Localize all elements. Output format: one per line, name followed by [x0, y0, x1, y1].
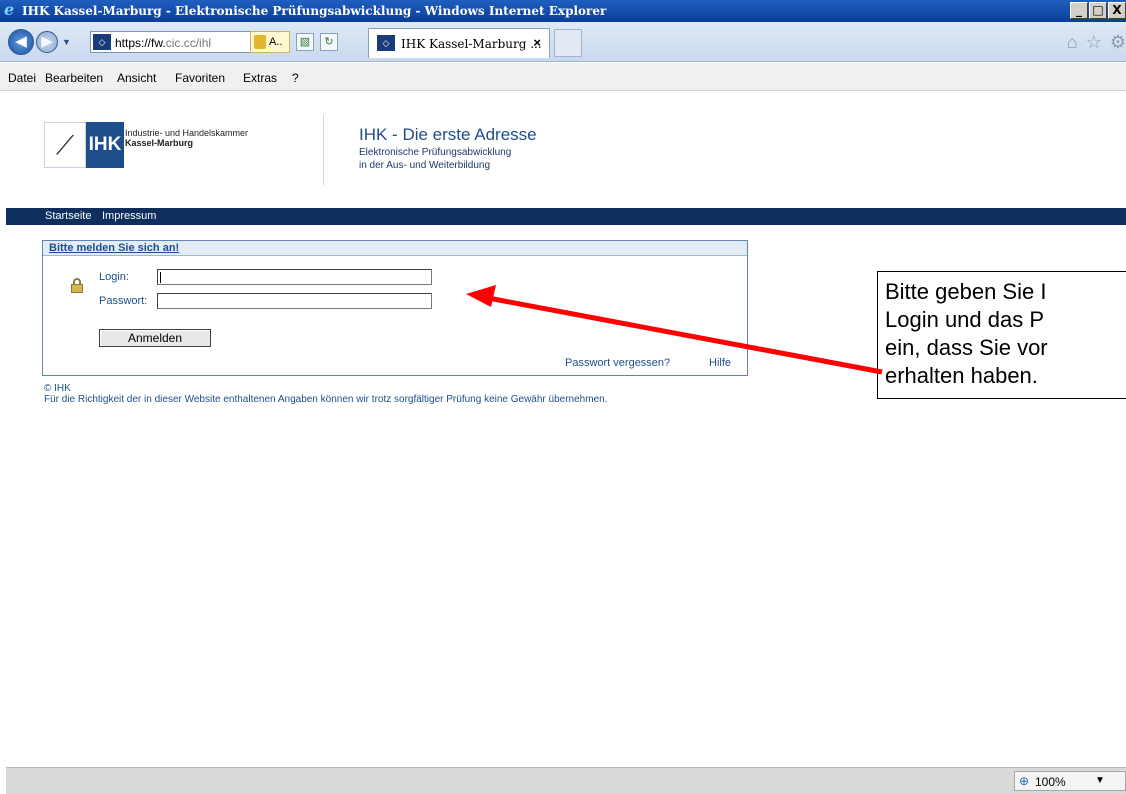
browser-right-icons: ⌂ ☆ ⚙ — [1067, 32, 1126, 53]
new-tab-button[interactable] — [554, 29, 582, 57]
lock-icon — [254, 35, 266, 49]
status-bar: ⊕ 100% ▼ — [6, 767, 1126, 794]
site-favicon: ◇ — [93, 34, 111, 50]
maximize-button[interactable]: □ — [1089, 2, 1107, 19]
page-content: ⟋ IHK Industrie- und Handelskammer Kasse… — [0, 91, 1126, 767]
tab-favicon: ◇ — [377, 35, 395, 51]
window-title-bar[interactable]: e IHK Kassel-Marburg - Elektronische Prü… — [0, 0, 1126, 22]
favorites-star-icon[interactable]: ☆ — [1086, 32, 1102, 53]
menu-datei[interactable]: Datei — [8, 71, 36, 85]
minimize-button[interactable]: _ — [1070, 2, 1088, 19]
refresh-icon[interactable]: ↻ — [320, 33, 338, 51]
home-icon[interactable]: ⌂ — [1067, 32, 1078, 53]
browser-toolbar: ◀ ▶ ▼ ◇ https://fw.cic.cc/ihl ⚲ ▼ A.. ▧ … — [0, 22, 1126, 62]
menu-help[interactable]: ? — [292, 71, 299, 85]
tab-close-icon[interactable]: × — [533, 35, 541, 50]
zoom-dropdown-icon[interactable]: ▼ — [1095, 775, 1105, 786]
annotation-arrow — [466, 285, 883, 375]
close-button[interactable]: X — [1108, 2, 1126, 19]
window-title: IHK Kassel-Marburg - Elektronische Prüfu… — [22, 4, 607, 18]
security-certificate-button[interactable]: A.. — [250, 31, 290, 53]
zoom-icon: ⊕ — [1019, 774, 1030, 788]
tab-label: IHK Kassel-Marburg ... — [401, 37, 542, 51]
menu-favoriten[interactable]: Favoriten — [175, 71, 225, 85]
zoom-control[interactable]: ⊕ 100% ▼ — [1014, 771, 1126, 791]
gear-icon[interactable]: ⚙ — [1110, 32, 1126, 53]
menu-extras[interactable]: Extras — [243, 71, 277, 85]
forward-button[interactable]: ▶ — [36, 31, 58, 53]
tab-ihk-kassel-marburg[interactable]: ◇ IHK Kassel-Marburg ... × — [368, 28, 550, 58]
compatibility-view-icon[interactable]: ▧ — [296, 33, 314, 51]
window-controls: _ □ X — [1069, 2, 1126, 19]
history-dropdown-icon[interactable]: ▼ — [62, 37, 71, 47]
internet-explorer-icon: e — [4, 0, 15, 19]
menu-bearbeiten[interactable]: Bearbeiten — [45, 71, 103, 85]
address-url[interactable]: https://fw.cic.cc/ihl — [115, 36, 211, 50]
zoom-level: 100% — [1035, 775, 1066, 789]
menu-bar: Datei Bearbeiten Ansicht Favoriten Extra… — [0, 63, 1126, 91]
menu-ansicht[interactable]: Ansicht — [117, 71, 156, 85]
back-button[interactable]: ◀ — [8, 29, 34, 55]
